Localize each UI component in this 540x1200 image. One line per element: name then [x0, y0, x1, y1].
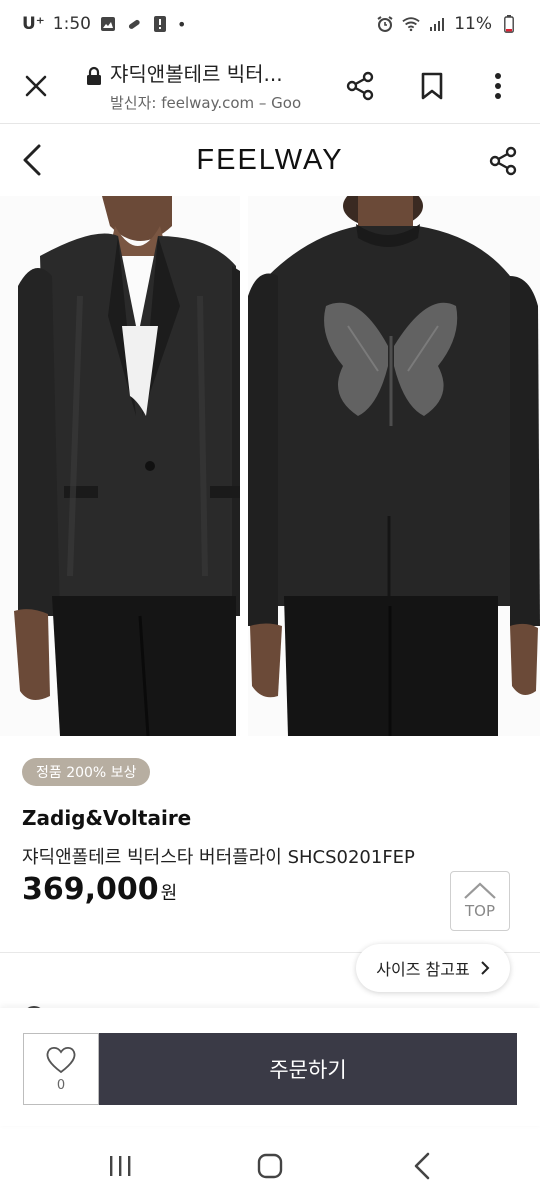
signal-icon	[428, 15, 446, 33]
back-icon[interactable]	[402, 1150, 442, 1182]
page-title: 쟈딕앤볼테르 빅터...	[110, 62, 283, 86]
page-origin: 발신자: feelway.com – Goo	[110, 94, 302, 112]
wishlist-count: 0	[56, 1077, 66, 1093]
price-value: 369,000	[22, 872, 159, 907]
recent-apps-icon[interactable]	[100, 1150, 140, 1182]
product-photo-back[interactable]	[248, 196, 540, 736]
size-guide-button[interactable]: 사이즈 참고표	[356, 944, 510, 992]
product-photo-front[interactable]	[0, 196, 240, 736]
screen: { "status_bar": { "carrier": "U⁺", "time…	[0, 0, 540, 1200]
clock: 1:50	[52, 14, 91, 34]
site-header: FEELWAY	[0, 124, 540, 196]
lock-icon[interactable]	[84, 65, 104, 87]
carrier-label: U⁺	[22, 14, 45, 34]
link-notification-icon	[125, 15, 143, 33]
chevron-right-icon	[480, 961, 490, 975]
back-arrow-icon[interactable]	[16, 142, 48, 178]
size-guide-label: 사이즈 참고표	[376, 960, 470, 979]
home-icon[interactable]	[250, 1150, 290, 1182]
brand-name[interactable]: Zadig&Voltaire	[22, 806, 191, 830]
product-name: 쟈딕앤폴테르 빅터스타 버터플라이 SHCS0201FEP	[22, 847, 415, 868]
gallery-notification-icon	[99, 15, 117, 33]
purchase-action-bar: 0 주문하기	[0, 1008, 540, 1126]
close-icon[interactable]	[18, 68, 54, 104]
battery-icon	[500, 15, 518, 33]
wishlist-button[interactable]: 0	[23, 1033, 99, 1105]
authenticity-badge: 정품 200% 보상	[22, 758, 151, 786]
share-icon[interactable]	[340, 66, 380, 106]
battery-percent: 11%	[454, 14, 492, 34]
wifi-icon	[402, 15, 420, 33]
alert-notification-icon	[151, 15, 169, 33]
product-share-icon[interactable]	[486, 144, 520, 178]
more-options-icon[interactable]	[478, 66, 518, 106]
site-logo[interactable]: FEELWAY	[196, 144, 343, 177]
price-currency: 원	[160, 883, 178, 904]
product-image-gallery[interactable]	[0, 196, 540, 736]
product-price: 369,000 원	[22, 872, 177, 907]
more-notifications-dot: •	[176, 14, 187, 34]
heart-icon	[46, 1046, 76, 1073]
custom-tab-titles: 쟈딕앤볼테르 빅터... 발신자: feelway.com – Goo	[110, 58, 318, 113]
order-button[interactable]: 주문하기	[99, 1033, 517, 1105]
system-navigation-bar	[0, 1130, 540, 1200]
top-button-label: TOP	[464, 902, 495, 920]
scroll-to-top-button[interactable]: TOP	[450, 871, 510, 931]
status-bar: U⁺ 1:50 • 11%	[0, 0, 540, 48]
chevron-up-icon	[464, 882, 496, 899]
bookmark-icon[interactable]	[412, 66, 452, 106]
custom-tab-bar: 쟈딕앤볼테르 빅터... 발신자: feelway.com – Goo	[0, 48, 540, 124]
alarm-icon	[376, 15, 394, 33]
